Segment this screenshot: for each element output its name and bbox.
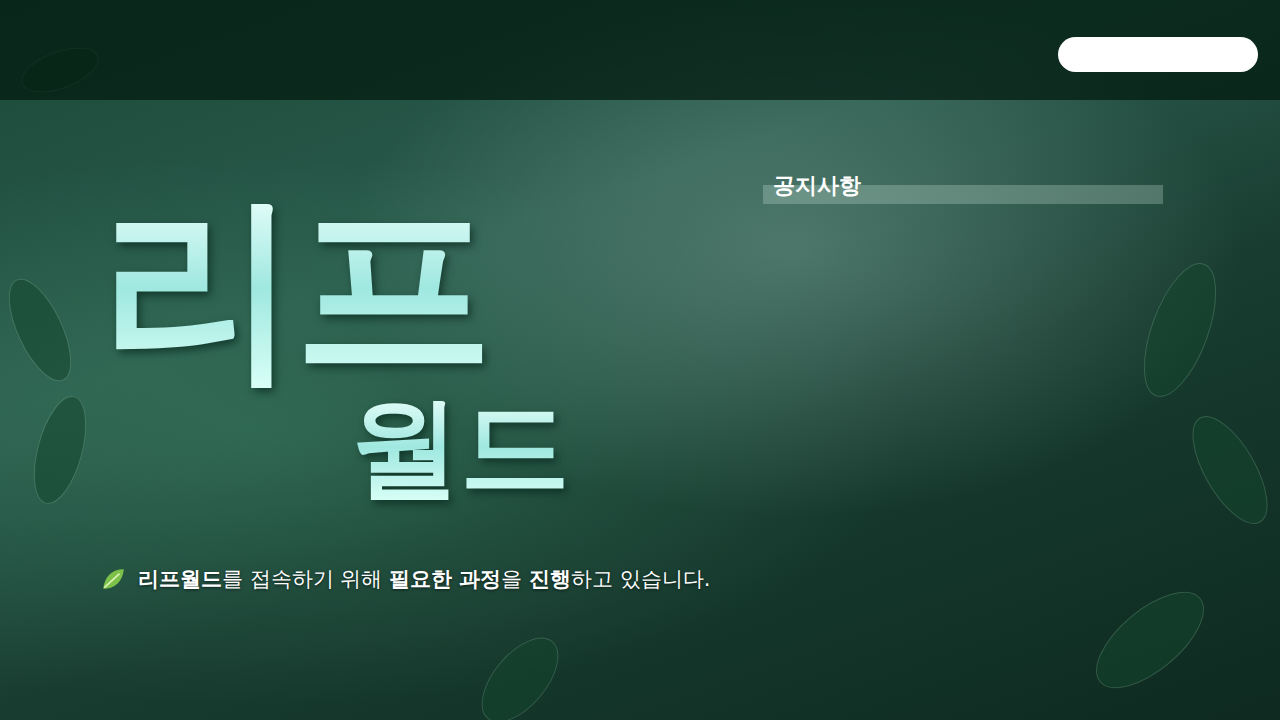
status-segment: 를 접속하기 위해	[222, 567, 389, 591]
status-segment: 진행	[529, 567, 571, 591]
top-button[interactable]	[1058, 37, 1258, 72]
left-column: 리프 월드 리프월드를 접속하기 위해 필요한 과정을 진행하고 있습니다.	[100, 100, 763, 594]
logo-bottom-text: 월드	[350, 392, 763, 502]
game-logo: 리프 월드	[100, 188, 763, 502]
logo-top-text: 리프	[100, 188, 763, 388]
status-segment: 리프월드	[138, 567, 222, 591]
status-segment: 을	[501, 567, 529, 591]
status-message: 리프월드를 접속하기 위해 필요한 과정을 진행하고 있습니다.	[100, 564, 763, 594]
status-segment: 필요한 과정	[389, 567, 501, 591]
top-bar	[0, 0, 1280, 100]
leaf-icon	[100, 566, 126, 592]
main-area: 리프 월드 리프월드를 접속하기 위해 필요한 과정을 진행하고 있습니다. 공…	[0, 100, 1280, 594]
launcher-screen: 리프 월드 리프월드를 접속하기 위해 필요한 과정을 진행하고 있습니다. 공…	[0, 0, 1280, 720]
status-segment: 하고 있습니다.	[571, 567, 710, 591]
notice-panel: 공지사항	[763, 100, 1163, 594]
status-text: 리프월드를 접속하기 위해 필요한 과정을 진행하고 있습니다.	[138, 564, 710, 594]
notice-title: 공지사항	[763, 170, 1163, 204]
